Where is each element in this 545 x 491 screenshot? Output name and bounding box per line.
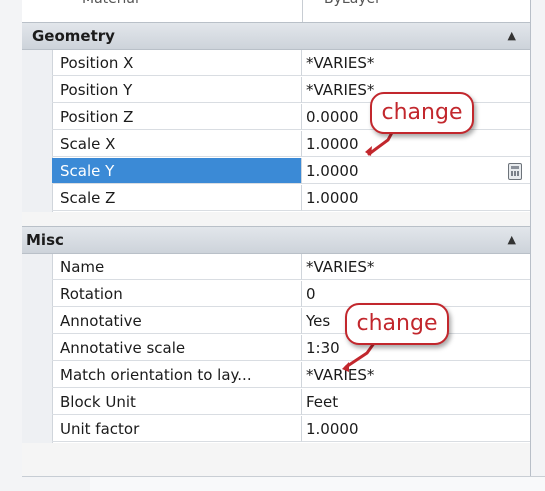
- callout-arrowhead-2: [342, 362, 349, 372]
- palette-bottom-edge: [90, 476, 545, 491]
- callout-arrows: [342, 125, 397, 372]
- change-callout-scale: change: [370, 92, 474, 134]
- change-callout-annotative-scale: change: [345, 303, 449, 345]
